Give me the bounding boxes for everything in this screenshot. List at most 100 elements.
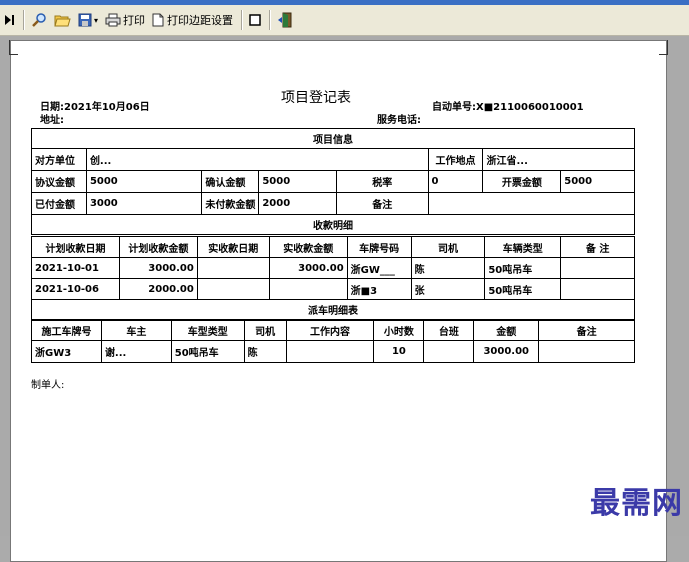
unpaid-amount-value: 2000 [258,192,338,215]
table-cell: 3000.00 [118,257,198,279]
auto-number-value: X■2110060010001 [476,102,584,113]
column-header: 计划收款日期 [31,236,120,258]
invoice-amount-value: 5000 [560,170,635,193]
column-header: 备 注 [560,236,635,258]
site-watermark: 最需网 [590,486,683,521]
counterparty-value: 创... [85,148,429,171]
column-header: 车型类型 [170,320,245,341]
printer-icon [105,13,121,27]
open-button[interactable] [51,9,74,31]
table-row: 2021-10-06 2000.00 浙■3 张 50吨吊车 [31,278,635,300]
column-header: 车主 [100,320,172,341]
page-setup-label: 打印边距设置 [167,14,234,27]
maker-label: 制单人: [31,380,65,391]
tax-rate-label: 税率 [336,170,429,193]
work-place-value: 浙江省... [482,148,635,171]
print-preview-area[interactable]: 项目登记表 日期:2021年10月06日 地址: 自动单号:X■21100600… [0,36,689,562]
report-title: 项目登记表 [281,90,351,106]
table-cell: 张 [410,278,486,300]
table-cell: 2000.00 [118,278,198,300]
table-cell [538,340,635,363]
print-label: 打印 [123,14,146,27]
column-header: 司机 [410,236,486,258]
confirmed-amount-label: 确认金额 [201,170,260,193]
agreed-amount-label: 协议金额 [31,170,87,193]
column-header: 车辆类型 [484,236,562,258]
table-cell: 浙GW___ [346,257,412,279]
dispatch-section-title: 派车明细表 [31,299,635,320]
table-cell: 浙GW3 [31,340,102,363]
table-cell: 浙■3 [346,278,412,300]
page-icon [152,13,164,27]
floppy-disk-icon [78,13,92,27]
print-button[interactable]: 打印 [102,9,148,31]
service-phone: 服务电话: [377,115,421,126]
table-cell: 陈 [410,257,486,279]
counterparty-label: 对方单位 [31,148,87,171]
page-corner-mark [9,40,18,55]
table-cell: 陈 [243,340,287,363]
report-page: 项目登记表 日期:2021年10月06日 地址: 自动单号:X■21100600… [9,40,668,562]
table-cell [560,257,635,279]
column-header: 备注 [538,320,635,341]
toolbar-separator [241,10,243,30]
zoom-button[interactable] [28,9,50,31]
receipts-table: 计划收款日期 计划收款金额 实收款日期 实收款金额 车牌号码 司机 车辆类型 备… [31,236,635,320]
toolbar-separator [23,10,24,30]
table-row: 浙GW3 谢... 50吨吊车 陈 10 3000.00 [31,340,635,363]
invoice-amount-label: 开票金额 [482,170,562,193]
column-header: 实收款金额 [268,236,348,258]
column-header: 工作内容 [285,320,375,341]
column-header: 台班 [423,320,475,341]
table-cell: 2021-10-01 [31,257,120,279]
tax-rate-value: 0 [427,170,484,193]
table-row: 2021-10-01 3000.00 3000.00 浙GW___ 陈 50吨吊… [31,257,635,279]
table-cell [268,278,348,300]
table-cell [196,278,270,300]
unpaid-amount-label: 未付款金额 [201,192,260,215]
column-header: 实收款日期 [196,236,270,258]
auto-number-label: 自动单号: [432,102,476,113]
table-cell: 50吨吊车 [484,257,562,279]
column-header: 金额 [473,320,540,341]
column-header: 小时数 [373,320,425,341]
remark-label: 备注 [336,192,429,215]
dropdown-arrow-icon[interactable]: ▾ [94,16,98,25]
column-header: 计划收款金额 [118,236,198,258]
dispatch-header-row: 施工车牌号 车主 车型类型 司机 工作内容 小时数 台班 金额 备注 [31,320,635,341]
save-button[interactable]: ▾ [75,9,101,31]
last-page-button[interactable] [0,9,18,31]
table-cell: 3000.00 [473,340,540,363]
square-page-icon [249,14,261,26]
table-cell [285,340,375,363]
remark-value [427,192,636,215]
toolbar-separator [269,10,271,30]
exit-door-icon [277,12,293,28]
preview-toolbar: ▾ 打印 打印边距设置 [0,5,689,36]
page-corner-mark [659,40,668,55]
folder-open-icon [54,13,71,27]
single-page-button[interactable] [246,9,264,31]
receipts-header-row: 计划收款日期 计划收款金额 实收款日期 实收款金额 车牌号码 司机 车辆类型 备… [31,236,635,258]
project-section-title: 项目信息 [31,128,635,149]
table-cell [560,278,635,300]
table-cell: 3000.00 [268,257,348,279]
table-cell: 50吨吊车 [484,278,562,300]
table-cell: 50吨吊车 [170,340,245,363]
last-page-icon [3,14,15,26]
table-cell: 2021-10-06 [31,278,120,300]
work-place-label: 工作地点 [427,148,484,171]
column-header: 司机 [243,320,287,341]
table-cell [196,257,270,279]
dispatch-table: 施工车牌号 车主 车型类型 司机 工作内容 小时数 台班 金额 备注 浙GW3 … [31,320,635,363]
project-info-table: 项目信息 对方单位 创... 工作地点 浙江省... 协议金额 5000 确认金… [31,128,636,235]
paid-amount-value: 3000 [85,192,203,215]
paid-amount-label: 已付金额 [31,192,87,215]
exit-button[interactable] [274,9,296,31]
auto-number: 自动单号:X■2110060010001 [432,98,584,113]
magnifier-icon [31,12,47,28]
page-setup-button[interactable]: 打印边距设置 [149,9,236,31]
receipts-section-title: 收款明细 [31,214,635,235]
table-cell [423,340,475,363]
agreed-amount-value: 5000 [85,170,203,193]
